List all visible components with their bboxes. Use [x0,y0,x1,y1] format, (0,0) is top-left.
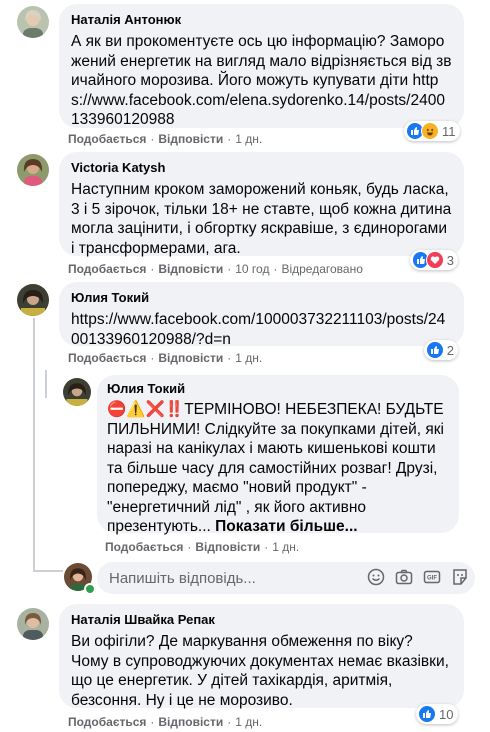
comment-time[interactable]: 10 год [235,262,269,276]
gif-icon[interactable]: GIF [423,568,441,586]
reaction-summary[interactable]: 3 [410,250,458,270]
avatar[interactable] [17,6,49,38]
comment-time[interactable]: 1 дн. [235,351,262,365]
thread-line [33,318,35,572]
comment-text: Наступним кроком заморожений коньяк, буд… [71,181,452,257]
comment-author[interactable]: Victoria Katysh [71,160,452,176]
comment-actions: Подобається · Відповісти · 1 дн. [68,715,263,729]
avatar[interactable] [63,378,91,406]
reaction-count: 11 [442,123,456,139]
reply-body: ТЕРМІНОВО! НЕБЕЗПЕКА! БУДЬТЕ ПИЛЬНИМИ! С… [107,401,444,535]
composer-icons: GIF [367,568,469,586]
reaction-count: 3 [446,252,454,268]
comment-time[interactable]: 1 дн. [235,715,262,729]
comment-actions: Подобається · Відповісти · 1 дн. [68,132,263,146]
comment-bubble: Наталія Антонюк А як ви прокоментуєте ос… [59,4,464,128]
reaction-summary[interactable]: 10 [416,704,458,724]
sticker-icon[interactable] [451,568,469,586]
haha-icon [421,122,439,140]
reply-button[interactable]: Відповісти [158,132,223,146]
reaction-summary[interactable]: 2 [424,340,458,360]
like-button[interactable]: Подобається [68,132,146,146]
avatar[interactable] [17,608,49,640]
like-button[interactable]: Подобається [68,715,146,729]
like-button[interactable]: Подобається [105,540,183,554]
like-icon [418,705,436,723]
comment-text: А як ви прокоментуєте ось цю інформацію?… [71,33,452,128]
comment-time[interactable]: 1 дн. [235,132,262,146]
comment-actions: Подобається · Відповісти · 1 дн. [105,540,300,554]
reply-bubble: Юлия Токий ⛔⚠️❌‼️ТЕРМІНОВО! НЕБЕЗПЕКА! Б… [97,375,459,535]
reaction-count: 2 [446,342,454,358]
comment-author[interactable]: Наталія Швайка Репак [71,612,452,628]
reply-button[interactable]: Відповісти [195,540,260,554]
emoji-icon[interactable] [367,568,385,586]
love-icon [426,251,444,269]
like-icon [426,341,444,359]
reply-composer: GIF [97,562,475,594]
comment-time[interactable]: 1 дн. [272,540,299,554]
see-more-link[interactable]: Показати більше... [215,518,357,535]
avatar[interactable] [17,284,49,316]
edited-label[interactable]: Відредаговано [281,262,362,276]
comment-text[interactable]: https://www.facebook.com/100003732211103… [71,310,452,349]
comment-author[interactable]: Наталія Антонюк [71,12,452,28]
comment-author[interactable]: Юлия Токий [71,290,452,306]
reply-button[interactable]: Відповісти [158,351,223,365]
reaction-count: 10 [439,706,454,722]
comment-actions: Подобається · Відповісти · 1 дн. [68,351,263,365]
reply-connector [45,370,47,398]
comment-bubble: Наталія Швайка Репак Ви офігіли? Де марк… [59,604,464,709]
camera-icon[interactable] [395,568,413,586]
comment-text: Ви офігіли? Де маркування обмеження по в… [71,633,449,709]
comment-bubble: Юлия Токий https://www.facebook.com/1000… [59,282,464,349]
comment-text: ⛔⚠️❌‼️ТЕРМІНОВО! НЕБЕЗПЕКА! БУДЬТЕ ПИЛЬН… [107,400,449,537]
warning-emojis: ⛔⚠️❌‼️ [107,401,185,418]
reply-button[interactable]: Відповісти [158,262,223,276]
reply-button[interactable]: Відповісти [158,715,223,729]
svg-text:GIF: GIF [427,576,437,582]
like-button[interactable]: Подобається [68,262,146,276]
thread-connector [33,570,63,572]
comment-actions: Подобається · Відповісти · 10 год · Відредагов… [68,262,363,276]
comment-bubble: Victoria Katysh Наступним кроком заморож… [59,152,464,257]
comment-author[interactable]: Юлия Токий [107,381,449,397]
online-status-dot [84,583,96,595]
avatar[interactable] [17,154,49,186]
reply-input[interactable] [107,568,331,588]
like-button[interactable]: Подобається [68,351,146,365]
reaction-summary[interactable]: 11 [404,121,460,141]
